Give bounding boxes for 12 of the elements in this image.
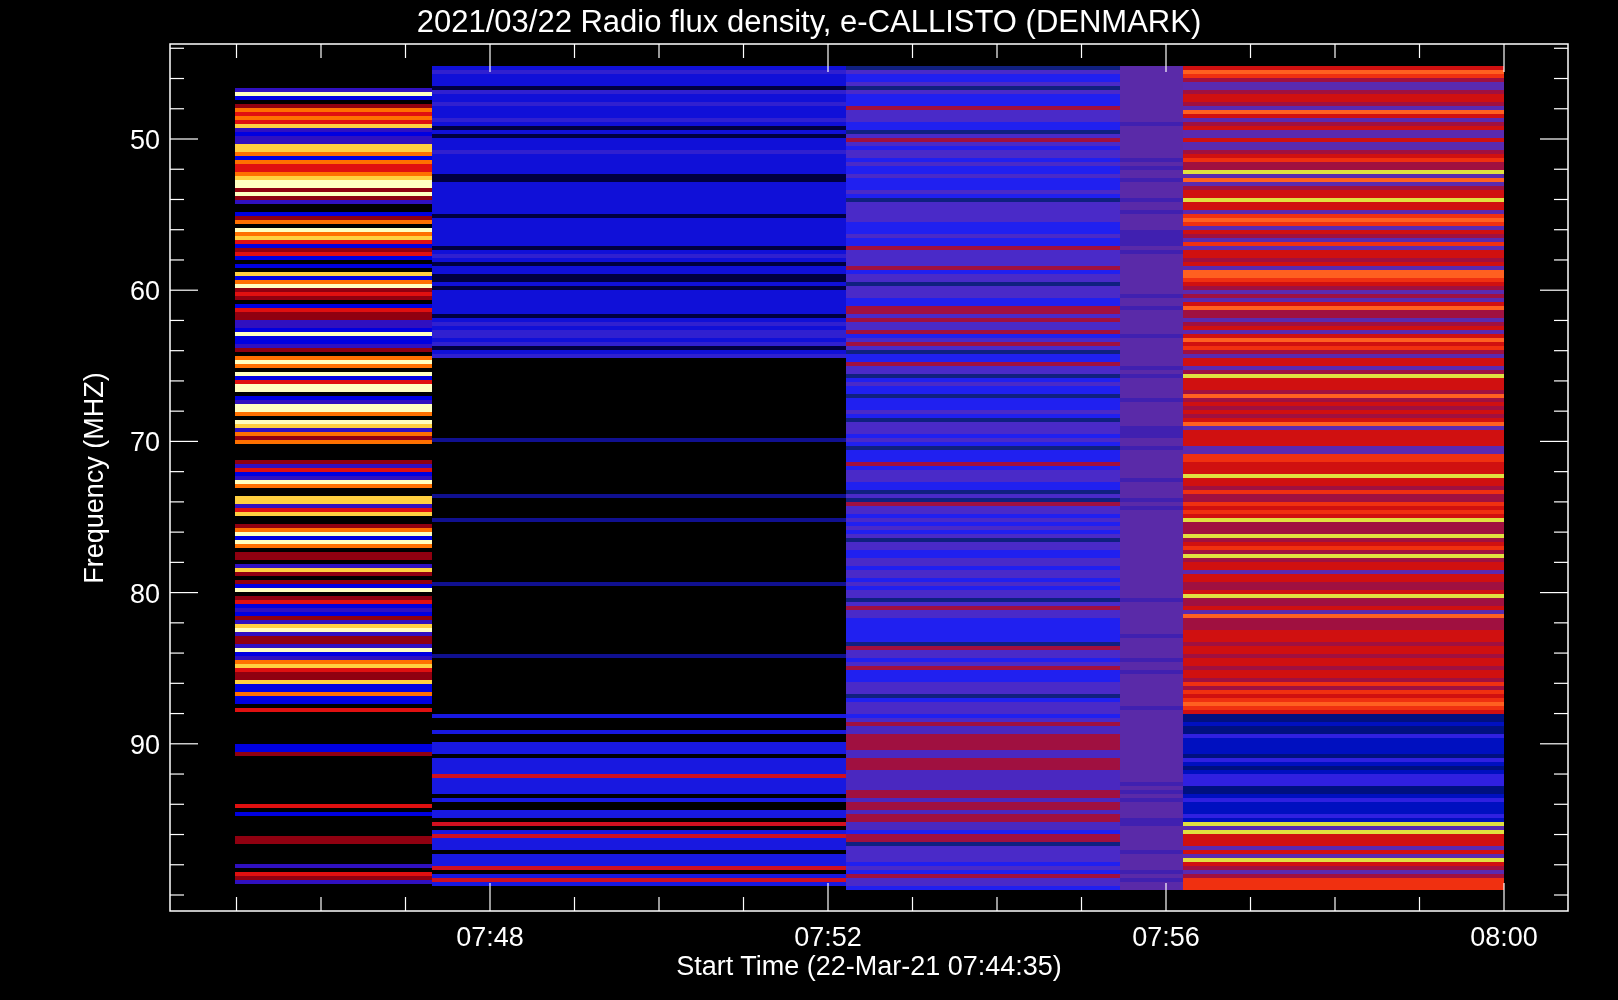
tick-label: 08:00	[1470, 922, 1538, 952]
tick-label: 07:56	[1132, 922, 1200, 952]
tick-label: 70	[129, 427, 160, 458]
chart-title: 2021/03/22 Radio flux density, e-CALLISTO (DENMARK)	[416, 4, 1202, 39]
axis-label: Frequency (MHZ)	[79, 372, 109, 584]
tick-label: 07:48	[456, 922, 524, 952]
axis-label: Start Time (22-Mar-21 07:44:35)	[676, 951, 1062, 981]
tick-label: 90	[129, 729, 160, 760]
tick-label: 60	[129, 276, 160, 307]
tick-label: 80	[129, 578, 160, 609]
tick-label: 50	[129, 125, 160, 155]
tick-label: 07:52	[794, 922, 862, 952]
